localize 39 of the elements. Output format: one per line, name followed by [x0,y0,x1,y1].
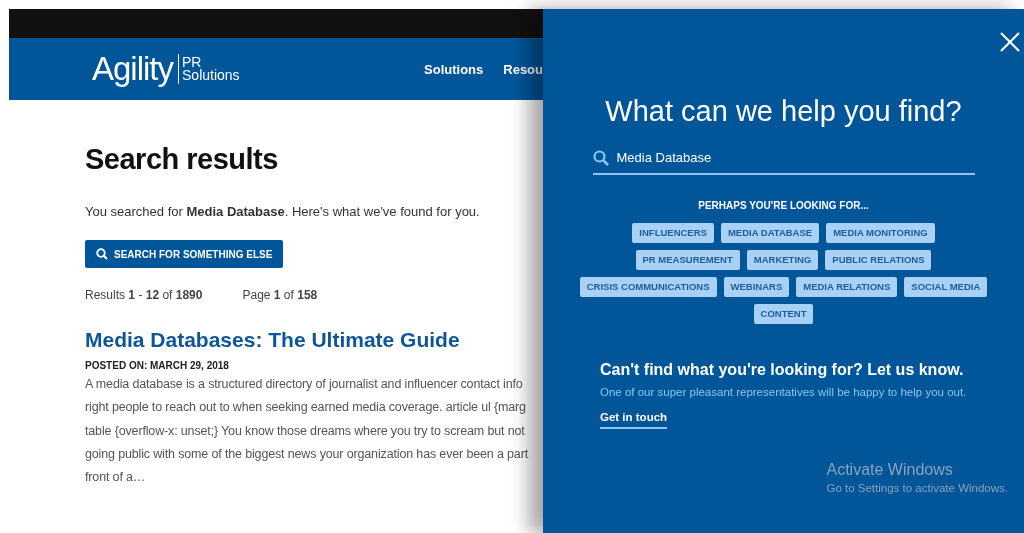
panel-title: What can we help you find? [605,95,962,128]
activation-title: Activate Windows [826,461,954,479]
suggestions-heading: PERHAPS YOU'RE LOOKING FOR... [698,200,869,211]
search-again-button[interactable]: SEARCH FOR SOMETHING ELSE [85,240,284,268]
get-in-touch-link[interactable]: Get in touch [600,411,668,429]
excerpt-text: front of a… [85,469,146,487]
suggestion-tag[interactable]: INFLUENCERS [632,223,714,243]
suggestion-tag[interactable]: MARKETING [746,250,819,270]
close-button[interactable] [1000,32,1020,52]
nav-link[interactable]: Solutions [424,61,484,77]
suggestion-tag[interactable]: CONTENT [753,304,814,324]
suggestion-tag[interactable]: MEDIA MONITORING [826,223,935,243]
suggestion-tag[interactable]: MEDIA DATABASE [720,223,820,243]
search-summary: You searched for Media Database. Here's what we've found for you. [85,204,480,219]
search-icon [96,248,108,260]
suggestion-tag[interactable]: CRISIS COMMUNICATIONS [579,277,717,297]
excerpt-text: table {overflow-x: unset;} You know those dreams where you try to scream but not [85,422,525,440]
nav-link[interactable]: Resou [503,61,543,77]
results-count: Results 1 - 12 of 1890 [85,288,203,302]
help-text: One of our super pleasant representatives will be happy to help you out. [600,386,967,398]
logo-text: PR [182,56,202,69]
page-title: Search results [85,143,278,176]
article-title-link[interactable]: Media Databases: The Ultimate Guide [85,328,460,352]
excerpt-text: A media database is a structured directory of journalist and influencer contact info [85,376,523,393]
suggestion-tag[interactable]: PR MEASUREMENT [635,250,740,270]
help-title: Can't find what you're looking for? Let us know. [600,361,964,379]
activation-text: Go to Settings to activate Windows. [826,482,1008,494]
excerpt-text: right people to reach out to when seeking earned media coverage. article ul {marg [85,399,526,417]
suggestion-tag[interactable]: SOCIAL MEDIA [904,277,988,297]
close-icon [1000,32,1020,52]
post-date: POSTED ON: MARCH 29, 2018 [85,360,229,371]
page-count: Page 1 of 158 [242,288,318,302]
suggestion-tag[interactable]: MEDIA RELATIONS [796,277,898,297]
suggestion-tag[interactable]: WEBINARS [723,277,790,297]
search-field[interactable]: Media Database [592,150,975,175]
logo-text: Solutions [182,69,240,82]
suggestion-tag[interactable]: PUBLIC RELATIONS [825,250,932,270]
excerpt-text: going public with some of the biggest news your organization has ever been a part [85,445,528,463]
search-icon [592,150,609,166]
